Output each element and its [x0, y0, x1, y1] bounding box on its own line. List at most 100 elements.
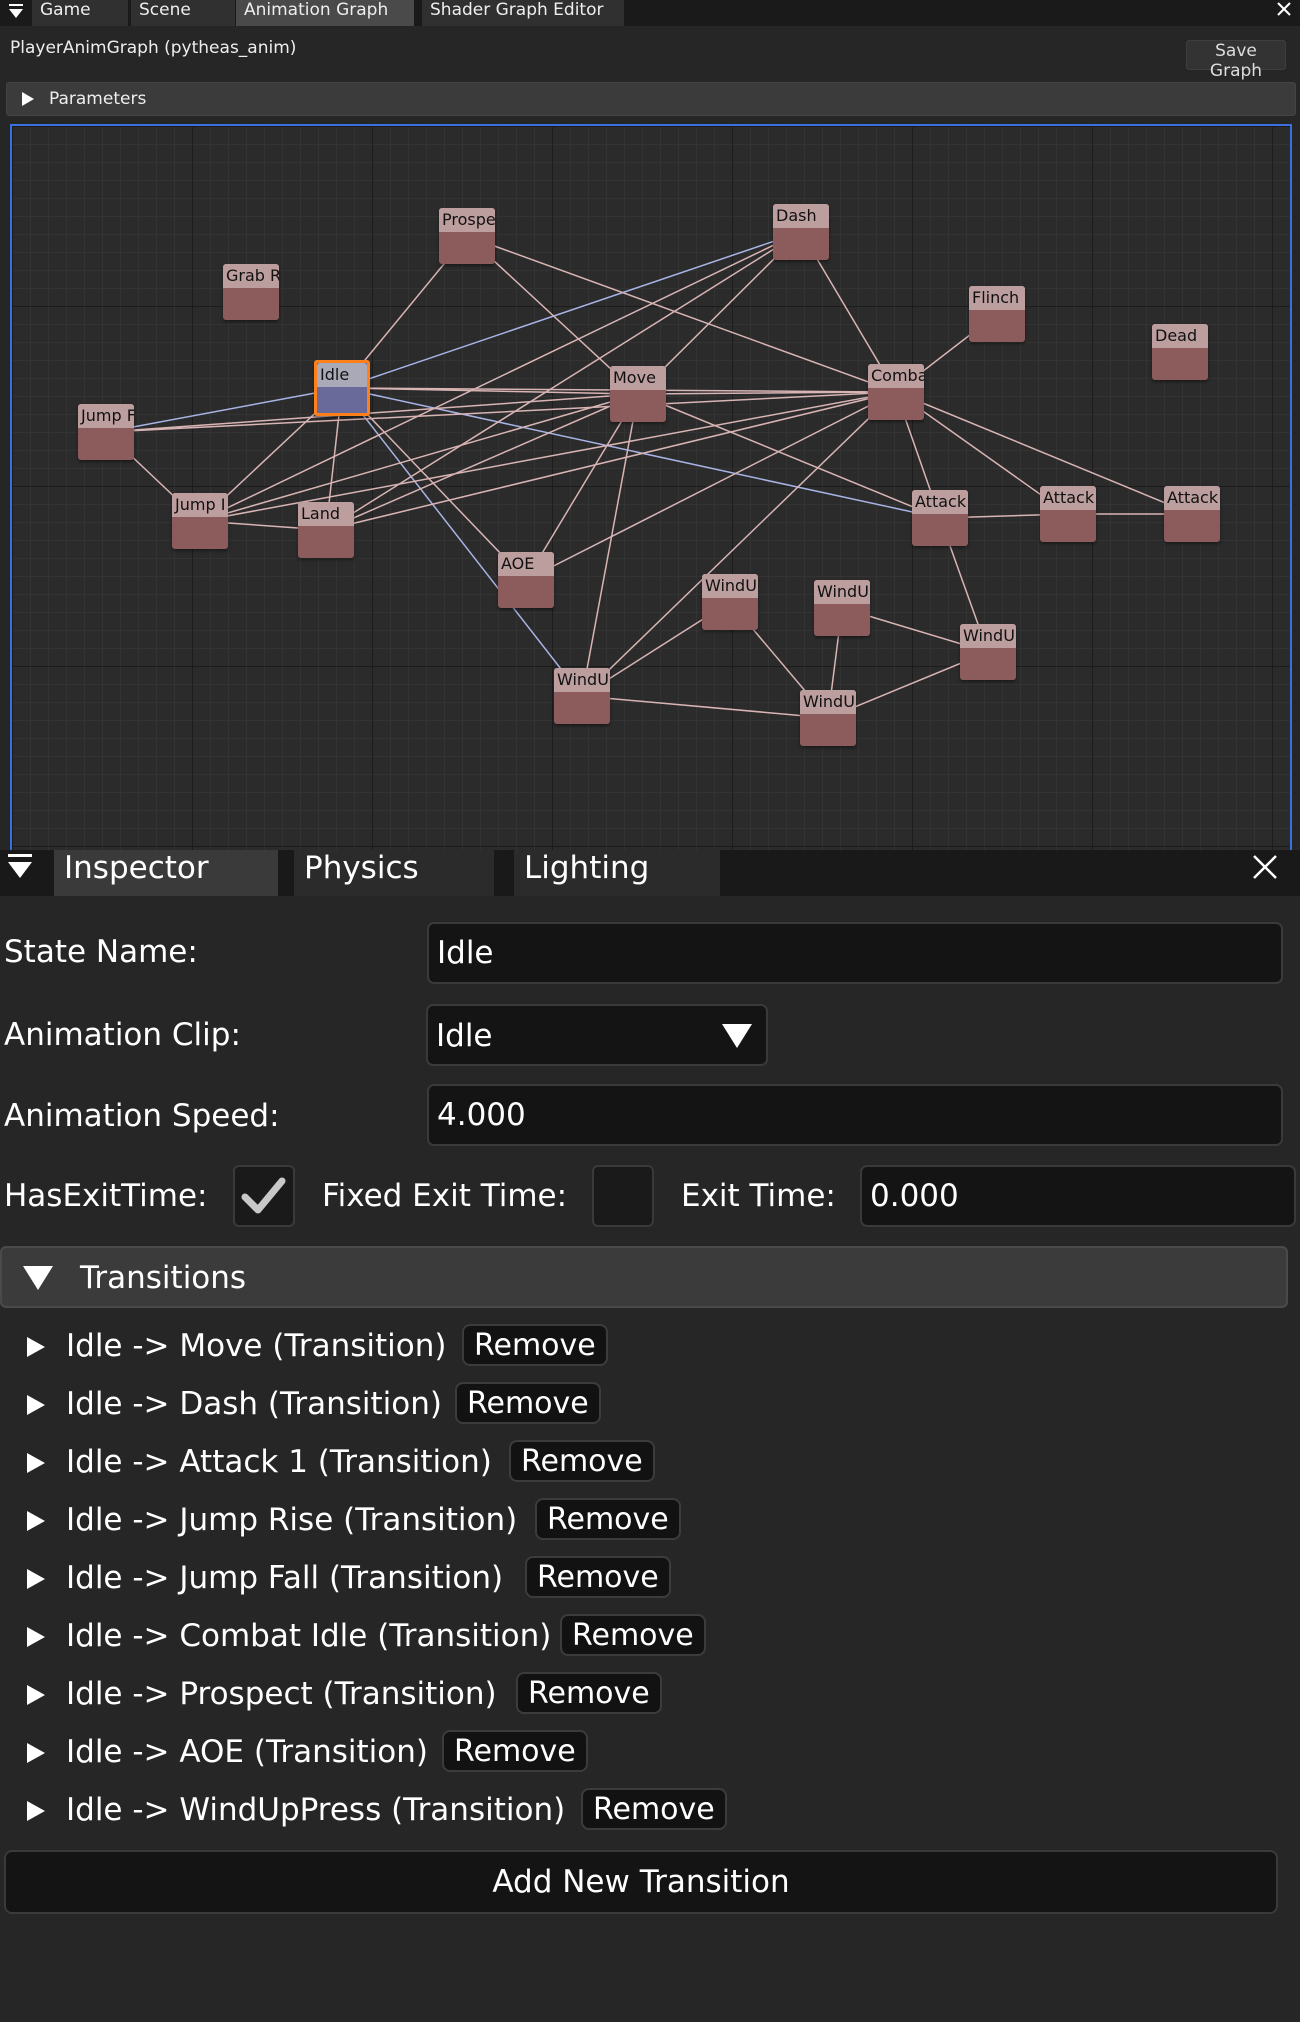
- transitions-header[interactable]: Transitions: [0, 1246, 1288, 1308]
- transition-row[interactable]: Idle -> Dash (Transition) Remove: [0, 1382, 1300, 1428]
- window-menu-icon[interactable]: [6, 854, 34, 882]
- remove-transition-button[interactable]: Remove: [560, 1614, 706, 1656]
- remove-transition-button[interactable]: Remove: [525, 1556, 671, 1598]
- state-node-flinch[interactable]: Flinch: [969, 286, 1025, 342]
- expand-triangle-icon[interactable]: [26, 1510, 46, 1532]
- transition-edge[interactable]: [341, 387, 527, 581]
- state-node-windu[interactable]: WindU: [554, 668, 610, 724]
- state-node-attack[interactable]: Attack: [1164, 486, 1220, 542]
- expand-triangle-icon[interactable]: [26, 1684, 46, 1706]
- tab-lighting[interactable]: Lighting: [514, 850, 720, 896]
- chevron-down-icon: [722, 1024, 752, 1048]
- remove-transition-button[interactable]: Remove: [462, 1324, 608, 1366]
- exit-time-input[interactable]: [860, 1165, 1296, 1227]
- state-node-label: Idle: [317, 363, 367, 387]
- expand-triangle-icon: [22, 92, 34, 106]
- fixed-exit-time-checkbox[interactable]: [592, 1165, 654, 1227]
- state-node-dead[interactable]: Dead: [1152, 324, 1208, 380]
- transition-row[interactable]: Idle -> Jump Fall (Transition) Remove: [0, 1556, 1300, 1602]
- expand-triangle-icon[interactable]: [26, 1626, 46, 1648]
- state-node-windu[interactable]: WindU: [960, 624, 1016, 680]
- save-graph-button[interactable]: Save Graph: [1186, 40, 1286, 81]
- transition-edge[interactable]: [581, 695, 829, 719]
- graph-canvas[interactable]: Idle Prospe Grab R Dash Flinch Dead Move Comba J…: [10, 124, 1292, 852]
- state-node-grab-r[interactable]: Grab R: [223, 264, 279, 320]
- state-node-dash[interactable]: Dash: [773, 204, 829, 260]
- transition-edge[interactable]: [341, 231, 802, 389]
- transition-row[interactable]: Idle -> Move (Transition) Remove: [0, 1324, 1300, 1370]
- animation-speed-input[interactable]: [427, 1084, 1283, 1146]
- remove-transition-button[interactable]: Remove: [535, 1498, 681, 1540]
- state-name-input[interactable]: [427, 922, 1283, 984]
- state-node-jump-f[interactable]: Jump F: [78, 404, 134, 460]
- transition-edge[interactable]: [466, 235, 897, 393]
- transition-label: Idle -> AOE (Transition): [66, 1734, 428, 1770]
- remove-transition-button[interactable]: Remove: [509, 1440, 655, 1482]
- expand-triangle-icon[interactable]: [26, 1800, 46, 1822]
- graph-edges: [105, 231, 1193, 719]
- checkmark-icon: [241, 1177, 286, 1214]
- state-node-label: Attack: [1164, 486, 1220, 510]
- transition-edge[interactable]: [325, 231, 802, 531]
- transition-edge[interactable]: [199, 231, 802, 522]
- animation-speed-label: Animation Speed:: [4, 1098, 280, 1134]
- expand-triangle-icon[interactable]: [26, 1394, 46, 1416]
- state-node-label: Attack: [912, 490, 968, 514]
- transition-row[interactable]: Idle -> Combat Idle (Transition) Remove: [0, 1614, 1300, 1660]
- tab-scene[interactable]: Scene: [131, 0, 235, 26]
- state-node-label: Move: [610, 366, 666, 390]
- state-node-comba[interactable]: Comba: [868, 364, 924, 420]
- state-node-label: Jump F: [78, 404, 134, 428]
- add-new-transition-button[interactable]: Add New Transition: [4, 1850, 1278, 1914]
- expand-triangle-icon[interactable]: [26, 1336, 46, 1358]
- expand-triangle-icon[interactable]: [26, 1568, 46, 1590]
- state-node-move[interactable]: Move: [610, 366, 666, 422]
- close-icon[interactable]: [1250, 852, 1280, 882]
- tab-physics[interactable]: Physics: [294, 850, 494, 896]
- tab-animation-graph[interactable]: Animation Graph: [236, 0, 414, 26]
- transition-label: Idle -> Combat Idle (Transition): [66, 1618, 552, 1654]
- close-icon[interactable]: [1274, 0, 1294, 20]
- transition-edge[interactable]: [525, 391, 897, 581]
- state-node-windu[interactable]: WindU: [702, 574, 758, 630]
- state-node-prospe[interactable]: Prospe: [439, 208, 495, 264]
- state-node-aoe[interactable]: AOE: [498, 552, 554, 608]
- remove-transition-button[interactable]: Remove: [455, 1382, 601, 1424]
- transition-edge[interactable]: [105, 391, 897, 433]
- parameters-label: Parameters: [49, 89, 147, 109]
- tab-game[interactable]: Game: [32, 0, 128, 26]
- remove-transition-button[interactable]: Remove: [442, 1730, 588, 1772]
- state-node-label: WindU: [554, 668, 610, 692]
- state-node-land[interactable]: Land: [298, 502, 354, 558]
- transition-row[interactable]: Idle -> Attack 1 (Transition) Remove: [0, 1440, 1300, 1486]
- tab-shader-graph-editor[interactable]: Shader Graph Editor: [422, 0, 624, 26]
- transition-edge[interactable]: [325, 393, 639, 531]
- transition-row[interactable]: Idle -> WindUpPress (Transition) Remove: [0, 1788, 1300, 1834]
- has-exit-time-checkbox[interactable]: [233, 1165, 295, 1227]
- expand-triangle-icon[interactable]: [26, 1742, 46, 1764]
- state-node-windu[interactable]: WindU: [814, 580, 870, 636]
- state-node-label: Dash: [773, 204, 829, 228]
- fixed-exit-time-label: Fixed Exit Time:: [322, 1178, 568, 1214]
- state-node-windu[interactable]: WindU: [800, 690, 856, 746]
- tab-inspector[interactable]: Inspector: [54, 850, 278, 896]
- window-menu-icon[interactable]: [8, 4, 24, 20]
- transition-label: Idle -> WindUpPress (Transition): [66, 1792, 566, 1828]
- animation-clip-dropdown[interactable]: Idle: [426, 1004, 768, 1066]
- state-node-jump-i[interactable]: Jump I: [172, 493, 228, 549]
- state-node-idle[interactable]: Idle: [314, 360, 370, 416]
- expand-triangle-icon[interactable]: [26, 1452, 46, 1474]
- state-node-label: WindU: [960, 624, 1016, 648]
- remove-transition-button[interactable]: Remove: [581, 1788, 727, 1830]
- state-node-label: AOE: [498, 552, 554, 576]
- transition-row[interactable]: Idle -> AOE (Transition) Remove: [0, 1730, 1300, 1776]
- transition-edge[interactable]: [581, 391, 897, 697]
- state-node-attack[interactable]: Attack: [1040, 486, 1096, 542]
- remove-transition-button[interactable]: Remove: [516, 1672, 662, 1714]
- transition-row[interactable]: Idle -> Jump Rise (Transition) Remove: [0, 1498, 1300, 1544]
- parameters-header[interactable]: Parameters: [6, 82, 1296, 116]
- state-node-attack[interactable]: Attack: [912, 490, 968, 546]
- transition-label: Idle -> Move (Transition): [66, 1328, 447, 1364]
- collapse-triangle-icon: [23, 1266, 53, 1290]
- transition-row[interactable]: Idle -> Prospect (Transition) Remove: [0, 1672, 1300, 1718]
